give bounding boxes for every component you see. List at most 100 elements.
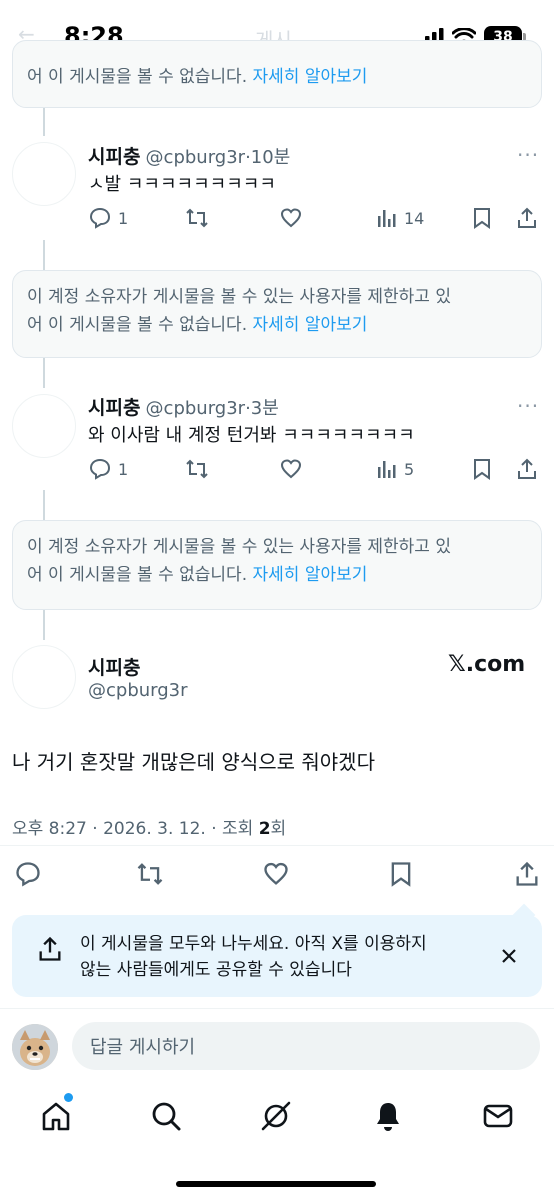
reply-header: 시피충 @cpburg3r·10분 [88,142,290,169]
notice-text: 이 계정 소유자가 게시물을 볼 수 있는 사용자를 제한하고 있 [27,287,451,307]
view-unit: 회 [270,819,287,839]
grok-icon [261,1101,291,1131]
like-button[interactable] [279,206,303,230]
post-timestamp: 오후 8:27 · 2026. 3. 12. · 조회 [12,819,259,839]
like-button[interactable] [279,457,303,481]
view-count: 2 [258,819,271,839]
notice-text: 어 이 게시물을 볼 수 없습니다. [27,67,248,87]
thread-line [43,490,45,520]
reply-placeholder: 답글 게시하기 [90,1037,196,1058]
share-banner-line: 이 게시물을 모두와 나누세요. 아직 X를 이용하지 [80,934,427,954]
user-avatar[interactable] [12,1024,58,1070]
learn-more-link[interactable]: 자세히 알아보기 [253,67,368,87]
repost-icon [186,459,208,479]
display-name[interactable]: 시피충 [88,653,140,680]
learn-more-link[interactable]: 자세히 알아보기 [253,565,368,585]
mail-icon [483,1104,513,1128]
notice-text: 이 계정 소유자가 게시물을 볼 수 있는 사용자를 제한하고 있 [27,537,451,557]
reply-header: 시피충 @cpburg3r·3분 [88,393,279,420]
views-button[interactable]: 14 [376,206,424,230]
thread-line [43,240,45,270]
nav-home[interactable] [40,1093,73,1136]
reply-input[interactable]: 답글 게시하기 [72,1022,540,1070]
avatar[interactable] [12,142,76,206]
views-icon [378,210,396,227]
bookmark-icon [474,208,490,229]
view-count: 14 [404,208,425,228]
post-text: 나 거기 혼잣말 개많은데 양식으로 줘야겠다 [12,750,375,774]
learn-more-link[interactable]: 자세히 알아보기 [253,315,368,335]
reply-count: 1 [118,459,129,479]
nav-grok[interactable] [260,1100,292,1136]
post-time: ·3분 [245,398,279,419]
avatar[interactable] [12,645,76,709]
share-button[interactable] [515,206,539,230]
nav-search[interactable] [150,1100,182,1136]
handle[interactable]: @cpburg3r [146,398,246,419]
notice-text: 어 이 게시물을 볼 수 없습니다. [27,315,248,335]
thread-line [43,610,45,640]
thread-line [43,108,45,136]
post-time: ·10분 [245,147,291,168]
search-icon [152,1102,181,1131]
restricted-notice: 어 이 게시물을 볼 수 없습니다. 자세히 알아보기 [12,40,542,108]
notice-text: 어 이 게시물을 볼 수 없습니다. [27,565,248,585]
reply-count: 1 [118,208,129,228]
repost-button[interactable] [184,206,210,230]
heart-icon [264,862,288,885]
repost-icon [186,208,208,228]
display-name[interactable]: 시피충 [88,397,140,419]
bookmark-icon [474,459,490,480]
reply-button[interactable] [14,860,42,888]
bookmark-button[interactable] [471,206,493,230]
handle[interactable]: @cpburg3r [88,680,188,701]
reply-button[interactable]: 1 [88,457,128,481]
display-name[interactable]: 시피충 [88,146,140,168]
heart-icon [280,459,302,479]
divider [0,845,554,846]
more-icon[interactable]: ··· [517,143,539,167]
view-count: 5 [404,459,415,479]
post-meta: 오후 8:27 · 2026. 3. 12. · 조회 2회 [12,814,286,839]
share-banner: 이 게시물을 모두와 나누세요. 아직 X를 이용하지 않는 사람들에게도 공유… [12,915,542,997]
like-button[interactable] [262,860,290,888]
home-icon [42,1102,70,1131]
views-icon [378,461,396,478]
share-icon [518,207,536,228]
thread-line [43,358,45,388]
home-indicator [176,1181,376,1187]
brand-logo: 𝕏.com [448,652,526,677]
share-banner-text: 이 게시물을 모두와 나누세요. 아직 X를 이용하지 않는 사람들에게도 공유… [80,931,427,983]
more-icon[interactable]: ··· [517,394,539,418]
share-button[interactable] [515,457,539,481]
share-button[interactable] [513,860,541,888]
divider [0,1008,554,1009]
comment-icon [89,207,111,229]
nav-notifications[interactable] [372,1100,404,1136]
views-button[interactable]: 5 [376,457,414,481]
restricted-notice: 이 계정 소유자가 게시물을 볼 수 있는 사용자를 제한하고 있 어 이 게시… [12,520,542,610]
share-icon [516,861,538,886]
reply-text: ㅅ발 ㅋㅋㅋㅋㅋㅋㅋㅋㅋ [88,174,276,195]
notification-dot [64,1093,73,1102]
avatar[interactable] [12,394,76,458]
comment-icon [89,458,111,480]
bookmark-icon [391,862,411,887]
restricted-notice: 이 계정 소유자가 게시물을 볼 수 있는 사용자를 제한하고 있 어 이 게시… [12,270,542,358]
repost-icon [137,863,163,885]
share-banner-line: 않는 사람들에게도 공유할 수 있습니다 [80,960,352,980]
reply-button[interactable]: 1 [88,206,128,230]
handle[interactable]: @cpburg3r [146,147,246,168]
bookmark-button[interactable] [388,860,414,888]
reply-text: 와 이사람 내 계정 턴거봐 ㅋㅋㅋㅋㅋㅋㅋㅋ [88,425,415,446]
nav-messages[interactable] [482,1100,514,1136]
bell-icon [377,1103,399,1131]
heart-icon [280,208,302,228]
repost-button[interactable] [184,457,210,481]
share-icon [39,936,61,961]
share-icon [518,458,536,479]
dog-avatar-icon [12,1024,58,1070]
repost-button[interactable] [135,860,165,888]
bookmark-button[interactable] [471,457,493,481]
close-icon[interactable] [499,946,519,966]
